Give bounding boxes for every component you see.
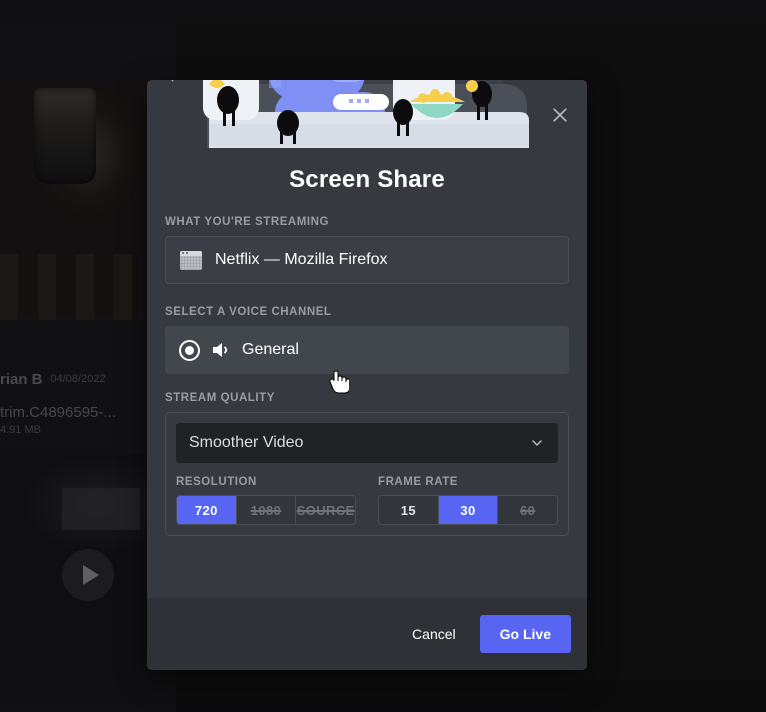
wumpus-couch-movie-night-illustration xyxy=(171,80,529,148)
screen-share-modal: Screen Share WHAT YOU'RE STREAMING Netfl… xyxy=(147,80,587,670)
voice-channel-section-label: SELECT A VOICE CHANNEL xyxy=(165,306,332,318)
voice-channel-option-general[interactable]: General xyxy=(165,326,569,374)
resolution-option-720[interactable]: 720 xyxy=(177,496,237,524)
frame-rate-option-15[interactable]: 15 xyxy=(379,496,439,524)
background-message-author: rian B xyxy=(0,370,43,388)
stream-quality-box: Smoother Video RESOLUTION 720 1080 SOURC… xyxy=(165,412,569,536)
background-message-timestamp: 04/08/2022 xyxy=(50,373,106,385)
frame-rate-segmented-control: 15 30 60 xyxy=(378,495,558,525)
chevron-down-icon xyxy=(532,440,542,446)
frame-rate-option-30[interactable]: 30 xyxy=(438,496,499,524)
modal-footer: Cancel Go Live xyxy=(147,598,587,670)
go-live-button[interactable]: Go Live xyxy=(479,615,571,653)
frame-rate-label: FRAME RATE xyxy=(378,476,459,488)
background-bottom-bar xyxy=(176,682,766,712)
speaker-icon xyxy=(213,343,228,357)
play-icon xyxy=(62,549,114,601)
cancel-button[interactable]: Cancel xyxy=(396,616,472,652)
frame-rate-column: FRAME RATE 15 30 60 xyxy=(378,476,558,525)
quality-segments-row: RESOLUTION 720 1080 SOURCE FRAME RATE 15… xyxy=(176,476,558,525)
streaming-source-name: Netflix — Mozilla Firefox xyxy=(215,251,388,268)
stream-quality-preset-value: Smoother Video xyxy=(189,434,304,451)
frame-rate-option-60[interactable]: 60 xyxy=(498,496,557,524)
streaming-section-label: WHAT YOU'RE STREAMING xyxy=(165,216,329,228)
resolution-option-source[interactable]: SOURCE xyxy=(296,496,355,524)
resolution-column: RESOLUTION 720 1080 SOURCE xyxy=(176,476,356,525)
stream-quality-section-label: STREAM QUALITY xyxy=(165,392,275,404)
background-titlebar xyxy=(0,0,766,22)
modal-illustration-header xyxy=(147,80,587,148)
background-photo-attachment-secondary xyxy=(0,254,142,320)
background-video-thumbnail xyxy=(62,488,140,530)
window-icon xyxy=(180,250,202,270)
radio-selected-icon[interactable] xyxy=(179,339,200,361)
close-icon[interactable] xyxy=(543,98,577,132)
resolution-label: RESOLUTION xyxy=(176,476,257,488)
resolution-option-1080[interactable]: 1080 xyxy=(236,496,297,524)
screen-share-dialog-screen: rian B 04/08/2022 trim.C4896595-... 4.91… xyxy=(0,0,766,712)
modal-body: Screen Share WHAT YOU'RE STREAMING Netfl… xyxy=(147,148,587,598)
resolution-segmented-control: 720 1080 SOURCE xyxy=(176,495,356,525)
voice-channel-name: General xyxy=(242,341,299,358)
page-title: Screen Share xyxy=(289,166,445,193)
streaming-source-card[interactable]: Netflix — Mozilla Firefox xyxy=(165,236,569,284)
stream-quality-preset-select[interactable]: Smoother Video xyxy=(176,423,558,463)
